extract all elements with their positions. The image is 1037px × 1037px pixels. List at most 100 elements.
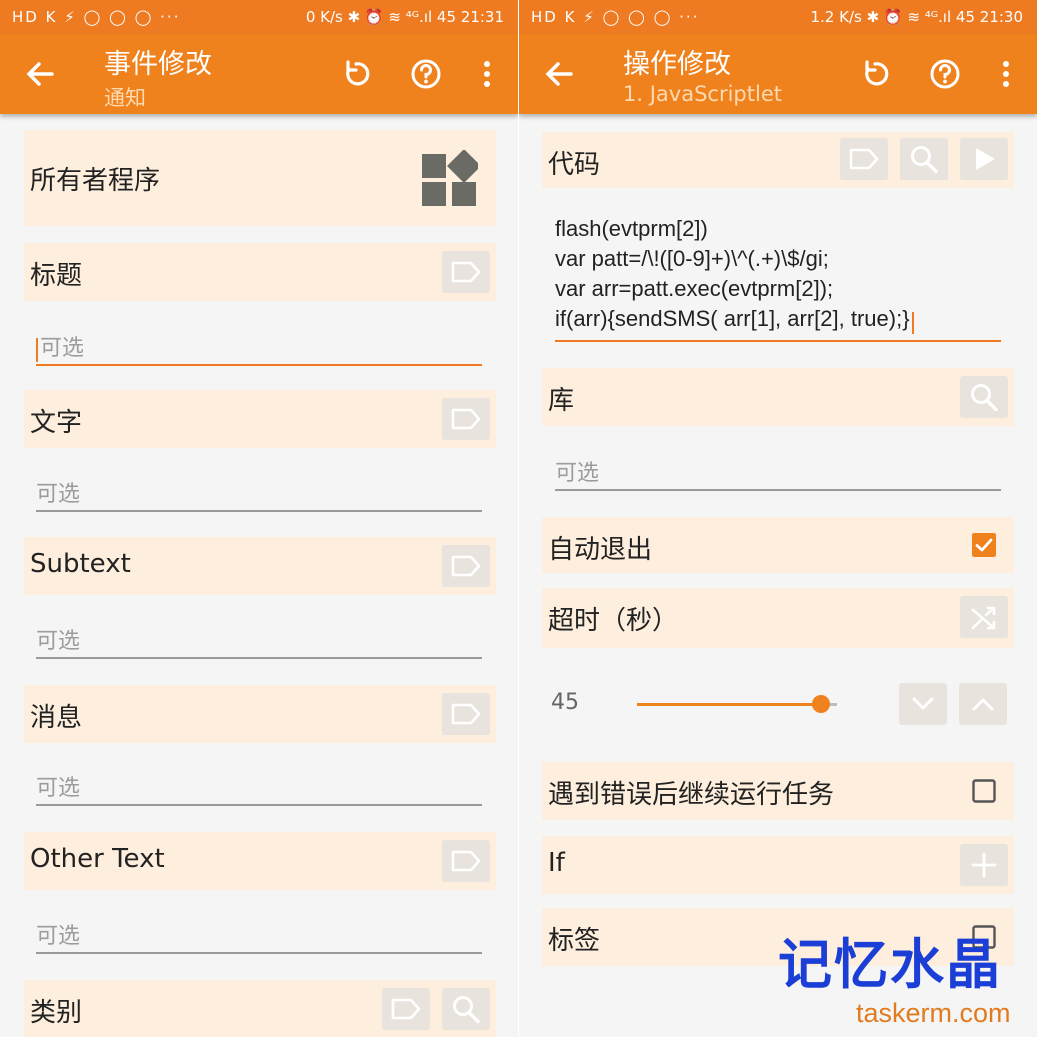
subtext-placeholder: 可选: [36, 629, 81, 654]
more-menu-icon[interactable]: [469, 56, 505, 92]
code-line: var patt=/\!([0-9]+)\^(.+)\$/gi;: [555, 246, 829, 271]
watermark-site: taskerm.com: [856, 998, 1011, 1028]
code-variable-button[interactable]: [840, 138, 888, 180]
category-variable-button[interactable]: [382, 988, 430, 1030]
code-row: 代码: [542, 132, 1014, 188]
continue-on-error-row[interactable]: 遇到错误后继续运行任务: [542, 762, 1014, 820]
page-subtitle: 1. JavaScriptlet: [623, 82, 782, 106]
play-icon: [976, 148, 995, 170]
library-placeholder: 可选: [555, 461, 600, 486]
label-tag-icon: [451, 261, 481, 283]
title-variable-button[interactable]: [442, 251, 490, 293]
app-bar: 操作修改 1. JavaScriptlet: [519, 34, 1037, 114]
text-row: 文字: [24, 390, 496, 448]
label-tag-icon: [451, 703, 481, 725]
text-label: 文字: [30, 408, 83, 438]
category-row: 类别: [24, 980, 496, 1037]
continue-on-error-checkbox[interactable]: [972, 779, 996, 803]
message-input[interactable]: 可选: [36, 772, 482, 806]
add-condition-button[interactable]: [960, 844, 1008, 886]
slider-fill: [637, 703, 821, 706]
timeout-label: 超时（秒）: [548, 606, 679, 636]
text-cursor: [36, 338, 38, 362]
chevron-down-icon: [912, 697, 934, 710]
back-arrow-icon[interactable]: [22, 56, 58, 92]
auto-exit-row[interactable]: 自动退出: [542, 517, 1014, 573]
message-variable-button[interactable]: [442, 693, 490, 735]
status-bar: HD K ⚡ ◯ ◯ ◯ ··· 0 K/s ✱ ⏰ ≋ ⁴ᴳ.ıl 45 21…: [0, 0, 518, 34]
auto-exit-checkbox[interactable]: [972, 533, 996, 557]
label-tag-icon: [849, 148, 879, 170]
subtext-variable-button[interactable]: [442, 545, 490, 587]
timeout-decrease-button[interactable]: [899, 683, 947, 725]
owner-app-row[interactable]: 所有者程序: [24, 130, 496, 226]
app-bar: 事件修改 通知: [0, 34, 518, 114]
other-text-variable-button[interactable]: [442, 840, 490, 882]
undo-icon[interactable]: [857, 56, 893, 92]
code-line: if(arr){sendSMS( arr[1], arr[2], true);}: [555, 304, 1001, 334]
timeout-variable-toggle-button[interactable]: [960, 596, 1008, 638]
owner-app-label: 所有者程序: [30, 166, 161, 196]
timeout-slider[interactable]: [637, 695, 837, 713]
if-row: If: [542, 836, 1014, 894]
status-bar: HD K ⚡ ◯ ◯ ◯ ··· 1.2 K/s ✱ ⏰ ≋ ⁴ᴳ.ıl 45 …: [519, 0, 1037, 34]
title-input[interactable]: 可选: [36, 332, 482, 366]
plus-icon: [971, 852, 997, 878]
other-text-placeholder: 可选: [36, 924, 81, 949]
page-title: 事件修改: [104, 49, 212, 80]
subtext-input[interactable]: 可选: [36, 625, 482, 659]
other-text-row: Other Text: [24, 832, 496, 890]
continue-on-error-label: 遇到错误后继续运行任务: [548, 780, 835, 810]
text-cursor: [911, 312, 914, 334]
library-row: 库: [542, 368, 1014, 426]
more-menu-icon[interactable]: [988, 56, 1024, 92]
category-search-button[interactable]: [442, 988, 490, 1030]
code-run-button[interactable]: [960, 138, 1008, 180]
help-icon[interactable]: [927, 56, 963, 92]
library-search-button[interactable]: [960, 376, 1008, 418]
code-search-button[interactable]: [900, 138, 948, 180]
library-input[interactable]: 可选: [555, 457, 1001, 491]
message-label: 消息: [30, 703, 83, 733]
page-title: 操作修改: [623, 49, 731, 80]
search-icon: [453, 996, 480, 1024]
subtext-row: Subtext: [24, 537, 496, 595]
code-editor[interactable]: flash(evtprm[2]) var patt=/\!([0-9]+)\^(…: [555, 214, 1001, 334]
label-tag-icon: [451, 408, 481, 430]
page-subtitle: 通知: [104, 86, 146, 110]
search-icon: [911, 146, 938, 174]
status-icons-left: HD K ⚡ ◯ ◯ ◯ ···: [12, 8, 181, 26]
title-row: 标题: [24, 243, 496, 301]
status-icons-left: HD K ⚡ ◯ ◯ ◯ ···: [531, 8, 700, 26]
text-variable-button[interactable]: [442, 398, 490, 440]
label-tag-icon: [391, 998, 421, 1020]
action-edit-screen: HD K ⚡ ◯ ◯ ◯ ··· 1.2 K/s ✱ ⏰ ≋ ⁴ᴳ.ıl 45 …: [519, 0, 1037, 1037]
category-label: 类别: [30, 998, 83, 1028]
label-field-label: 标签: [548, 926, 601, 956]
subtext-label: Subtext: [30, 549, 131, 579]
timeout-row: 超时（秒）: [542, 588, 1014, 648]
slider-thumb[interactable]: [812, 695, 830, 713]
code-editor-underline: [555, 340, 1001, 342]
code-line: var arr=patt.exec(evtprm[2]);: [555, 276, 834, 301]
search-icon: [971, 384, 998, 412]
back-arrow-icon[interactable]: [541, 56, 577, 92]
status-icons-right: 0 K/s ✱ ⏰ ≋ ⁴ᴳ.ıl 45 21:31: [305, 8, 504, 26]
label-tag-icon: [451, 555, 481, 577]
text-input[interactable]: 可选: [36, 478, 482, 512]
if-label: If: [548, 848, 565, 878]
watermark-chinese: 记忆水晶: [778, 932, 1002, 996]
library-label: 库: [548, 386, 575, 416]
timeout-value: 45: [551, 690, 579, 715]
code-line: flash(evtprm[2]): [555, 216, 708, 241]
timeout-increase-button[interactable]: [959, 683, 1007, 725]
auto-exit-label: 自动退出: [548, 535, 653, 565]
chevron-up-icon: [972, 698, 994, 711]
help-icon[interactable]: [408, 56, 444, 92]
code-label: 代码: [548, 150, 601, 180]
title-placeholder: 可选: [40, 336, 85, 361]
other-text-input[interactable]: 可选: [36, 920, 482, 954]
apps-grid-icon[interactable]: [420, 150, 478, 208]
status-icons-right: 1.2 K/s ✱ ⏰ ≋ ⁴ᴳ.ıl 45 21:30: [810, 8, 1024, 26]
undo-icon[interactable]: [338, 56, 374, 92]
